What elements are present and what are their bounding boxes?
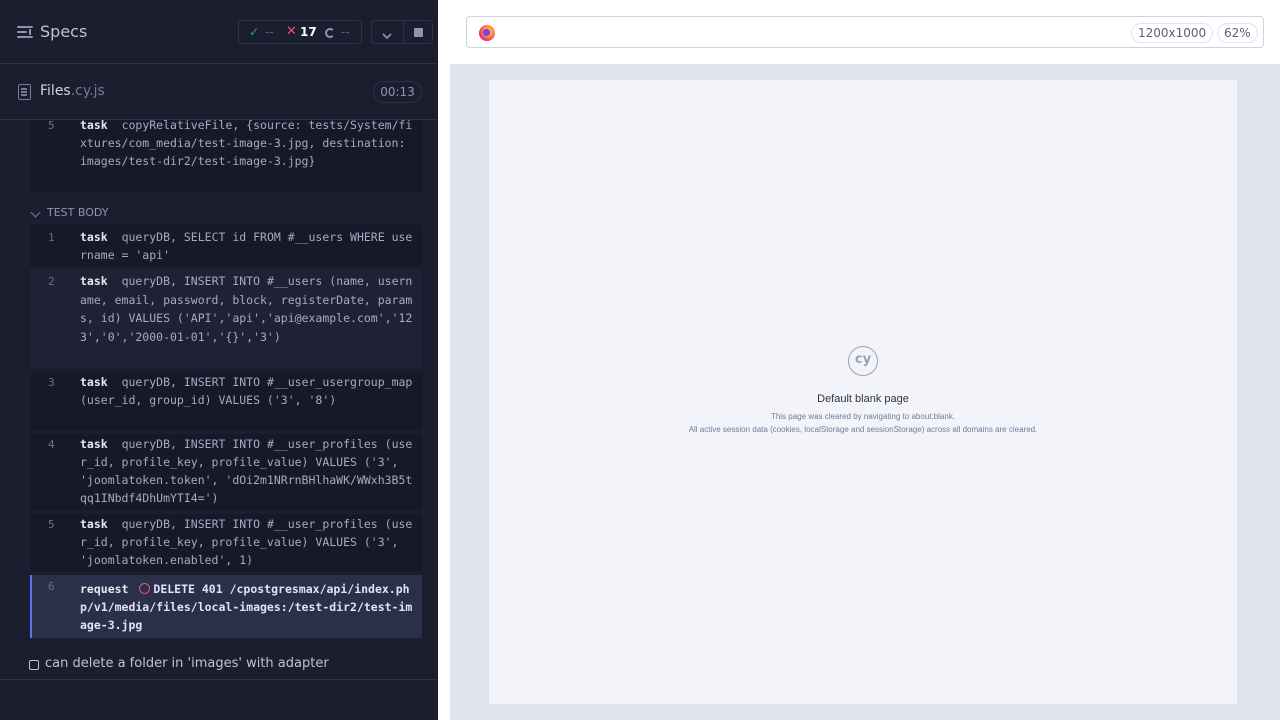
command-text: task copyRelativeFile, {source: tests/Sy… [80, 120, 416, 170]
stop-button[interactable] [414, 28, 423, 37]
spec-file-ext: .cy.js [70, 83, 105, 99]
hook-label: TEST BODY [47, 206, 109, 219]
pending-count: -- [341, 25, 350, 39]
chevron-down-icon [30, 207, 41, 218]
blank-page-message: This page was cleared by navigating to a… [770, 412, 956, 421]
chevron-down-icon[interactable] [382, 26, 392, 40]
command-row[interactable]: 3 task queryDB, INSERT INTO #__user_user… [30, 372, 422, 430]
command-text: task queryDB, INSERT INTO #__user_profil… [80, 515, 416, 569]
command-name: request [80, 582, 129, 596]
app-under-test-panel: 1200x1000 62% cy Default blank page This… [450, 0, 1280, 720]
command-row[interactable]: 4 task queryDB, INSERT INTO #__user_prof… [30, 434, 422, 510]
controls-divider [403, 21, 404, 43]
command-row[interactable]: 1 task queryDB, SELECT id FROM #__users … [30, 225, 422, 267]
reporter-footer-divider [0, 679, 438, 680]
command-message: queryDB, INSERT INTO #__user_usergroup_m… [80, 375, 420, 407]
command-name: task [80, 437, 108, 451]
command-text: task queryDB, SELECT id FROM #__users WH… [80, 228, 416, 264]
command-number: 2 [48, 275, 55, 288]
test-status-icon [29, 660, 39, 670]
command-message: queryDB, INSERT INTO #__user_profiles (u… [80, 437, 413, 505]
cypress-logo-icon: cy [848, 346, 878, 376]
command-log: 5 task copyRelativeFile, {source: tests/… [0, 120, 438, 680]
reporter-panel: Specs ✓ -- ✕ 17 -- Files.cy.js 00:13 5 t… [0, 0, 438, 720]
command-row[interactable]: 5 task queryDB, INSERT INTO #__user_prof… [30, 514, 422, 572]
file-icon [18, 84, 31, 100]
specs-list-toggle-icon[interactable] [17, 24, 33, 40]
command-text: task queryDB, INSERT INTO #__user_profil… [80, 435, 416, 507]
aut-header: 1200x1000 62% [450, 0, 1280, 64]
command-text: request DELETE 401 /cpostgresmax/api/ind… [80, 580, 416, 634]
passed-check-icon: ✓ [249, 25, 260, 39]
firefox-browser-icon[interactable] [479, 25, 495, 41]
command-message: queryDB, SELECT id FROM #__users WHERE u… [80, 230, 413, 262]
command-message: queryDB, INSERT INTO #__user_profiles (u… [80, 517, 413, 567]
error-circle-icon [139, 583, 151, 594]
command-name: task [80, 120, 108, 132]
command-row-active[interactable]: 6 request DELETE 401 /cpostgresmax/api/i… [30, 575, 422, 638]
reporter-header: Specs ✓ -- ✕ 17 -- [0, 0, 438, 64]
command-message: DELETE 401 /cpostgresmax/api/index.php/v… [80, 582, 413, 632]
command-number: 5 [48, 518, 55, 531]
command-row[interactable]: 2 task queryDB, INSERT INTO #__users (na… [30, 270, 422, 368]
command-text: task queryDB, INSERT INTO #__user_usergr… [80, 373, 416, 409]
command-number: 3 [48, 376, 55, 389]
url-bar: 1200x1000 62% [466, 16, 1264, 48]
run-controls [371, 20, 433, 44]
command-number: 1 [48, 231, 55, 244]
test-stats: ✓ -- ✕ 17 -- [238, 20, 362, 44]
test-title: can delete a folder in 'images' with ada… [45, 656, 329, 671]
spec-duration: 00:13 [373, 81, 422, 103]
panel-resize-handle[interactable] [438, 0, 450, 720]
command-number: 5 [48, 120, 55, 132]
viewport-size[interactable]: 1200x1000 [1131, 23, 1214, 43]
command-number: 6 [48, 580, 55, 593]
blank-page-title: Default blank page [817, 393, 909, 405]
spec-file-name[interactable]: Files.cy.js [40, 83, 105, 99]
command-message: queryDB, INSERT INTO #__users (name, use… [80, 274, 413, 344]
viewport-zoom[interactable]: 62% [1217, 23, 1258, 43]
failed-count: 17 [300, 25, 317, 39]
specs-title[interactable]: Specs [40, 22, 87, 41]
command-row[interactable]: 5 task copyRelativeFile, {source: tests/… [30, 120, 422, 192]
command-text: task queryDB, INSERT INTO #__users (name… [80, 272, 416, 346]
aut-iframe: cy Default blank page This page was clea… [489, 80, 1237, 704]
spec-bar: Files.cy.js 00:13 [0, 64, 438, 120]
blank-page-session-message: All active session data (cookies, localS… [688, 425, 1038, 434]
failed-x-icon: ✕ [286, 24, 297, 39]
command-name: task [80, 230, 108, 244]
command-name: task [80, 274, 108, 288]
passed-count: -- [265, 25, 274, 39]
spec-file-base: Files [40, 83, 71, 99]
command-name: task [80, 517, 108, 531]
command-name: task [80, 375, 108, 389]
command-message: copyRelativeFile, {source: tests/System/… [80, 120, 413, 168]
command-number: 4 [48, 438, 55, 451]
pending-spinner-icon [325, 28, 335, 38]
